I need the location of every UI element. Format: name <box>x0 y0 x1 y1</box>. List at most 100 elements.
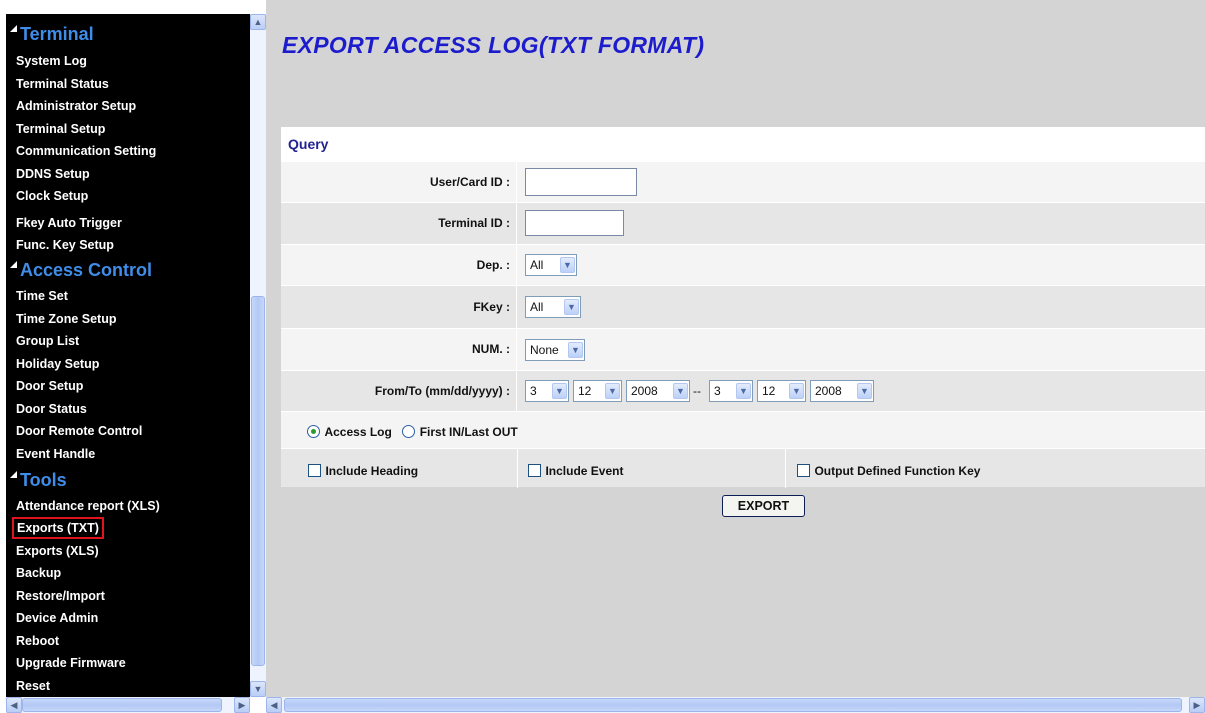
sidebar-item-attendance-report-xls[interactable]: Attendance report (XLS) <box>16 497 160 515</box>
section-access-control[interactable]: Access Control <box>10 258 152 282</box>
sidebar-item-reboot[interactable]: Reboot <box>16 632 59 650</box>
sidebar-scroll-thumb[interactable] <box>251 296 265 666</box>
section-tools[interactable]: Tools <box>10 468 67 492</box>
access-log-label[interactable]: Access Log <box>324 425 391 439</box>
from-day-select[interactable]: 12 ▼ <box>573 380 622 402</box>
dropdown-arrow-icon: ▼ <box>560 257 575 273</box>
include-heading-option: Include Heading <box>308 462 418 480</box>
include-event-option: Include Event <box>528 462 623 480</box>
sidebar-item-door-setup[interactable]: Door Setup <box>16 377 83 395</box>
sidebar-item-clock-setup[interactable]: Clock Setup <box>16 187 88 205</box>
date-range-separator: -- <box>693 384 701 398</box>
row-from-to: From/To (mm/dd/yyyy) : 3 ▼ 12 ▼ 2008 ▼ -… <box>281 370 1205 411</box>
from-day-value: 12 <box>578 384 592 398</box>
main-hscroll-thumb[interactable] <box>284 698 1182 712</box>
query-panel: Query User/Card ID : Terminal ID : Dep. … <box>281 127 1205 517</box>
output-defined-function-key-cell: Output Defined Function Key <box>786 449 1205 488</box>
sidebar-hscroll-thumb[interactable] <box>22 698 222 712</box>
section-title: Access Control <box>20 260 153 280</box>
sidebar-horizontal-scrollbar[interactable]: ◀ ▶ <box>6 697 250 713</box>
output-defined-function-key-label[interactable]: Output Defined Function Key <box>814 464 980 478</box>
from-year-select[interactable]: 2008 ▼ <box>626 380 690 402</box>
to-month-value: 3 <box>714 384 721 398</box>
scroll-up-icon[interactable]: ▲ <box>250 14 266 30</box>
sidebar-item-group-list[interactable]: Group List <box>16 332 79 350</box>
scroll-down-icon[interactable]: ▼ <box>250 681 266 697</box>
dropdown-arrow-icon: ▼ <box>673 383 688 399</box>
fkey-label: FKey : <box>281 286 517 328</box>
include-heading-label[interactable]: Include Heading <box>325 464 418 478</box>
sidebar-item-administrator-setup[interactable]: Administrator Setup <box>16 97 136 115</box>
section-title: Tools <box>20 470 67 490</box>
sidebar-item-func-key-setup[interactable]: Func. Key Setup <box>16 236 114 254</box>
sidebar-item-time-zone-setup[interactable]: Time Zone Setup <box>16 310 116 328</box>
include-heading-cell: Include Heading <box>281 449 518 488</box>
fkey-select[interactable]: All ▼ <box>525 296 581 318</box>
sidebar-item-terminal-status[interactable]: Terminal Status <box>16 75 109 93</box>
sidebar-vertical-scrollbar[interactable]: ▲ ▼ <box>250 14 266 697</box>
include-heading-checkbox[interactable] <box>308 464 321 477</box>
triangle-expand-icon <box>10 261 17 268</box>
row-export-options: Include Heading Include Event Output Def… <box>281 448 1205 488</box>
sidebar-item-system-log[interactable]: System Log <box>16 52 87 70</box>
fkey-value: All <box>530 300 544 314</box>
scroll-left-icon[interactable]: ◀ <box>6 697 22 713</box>
section-terminal[interactable]: Terminal <box>10 22 94 46</box>
sidebar-item-event-handle[interactable]: Event Handle <box>16 445 95 463</box>
sidebar-item-door-remote-control[interactable]: Door Remote Control <box>16 422 142 440</box>
sidebar-item-ddns-setup[interactable]: DDNS Setup <box>16 165 90 183</box>
sidebar-item-communication-setting[interactable]: Communication Setting <box>16 142 156 160</box>
sidebar-item-door-status[interactable]: Door Status <box>16 400 87 418</box>
dropdown-arrow-icon: ▼ <box>857 383 872 399</box>
from-month-select[interactable]: 3 ▼ <box>525 380 569 402</box>
terminal-id-input[interactable] <box>525 210 624 236</box>
export-button[interactable]: EXPORT <box>722 495 805 517</box>
first-in-last-out-label[interactable]: First IN/Last OUT <box>420 425 518 439</box>
scroll-right-icon[interactable]: ▶ <box>234 697 250 713</box>
log-type-options: Access Log First IN/Last OUT <box>307 423 518 441</box>
row-dep: Dep. : All ▼ <box>281 244 1205 285</box>
row-user-card-id: User/Card ID : <box>281 161 1205 202</box>
user-card-id-input[interactable] <box>525 168 637 196</box>
num-label: NUM. : <box>281 329 517 370</box>
row-log-type: Access Log First IN/Last OUT <box>281 411 1205 448</box>
sidebar-item-device-admin[interactable]: Device Admin <box>16 609 98 627</box>
dropdown-arrow-icon: ▼ <box>568 342 583 358</box>
sidebar-item-exports-xls[interactable]: Exports (XLS) <box>16 542 99 560</box>
sidebar-item-backup[interactable]: Backup <box>16 564 61 582</box>
main-horizontal-scrollbar[interactable]: ◀ ▶ <box>266 697 1205 713</box>
sidebar-item-terminal-setup[interactable]: Terminal Setup <box>16 120 105 138</box>
sidebar-item-holiday-setup[interactable]: Holiday Setup <box>16 355 99 373</box>
row-fkey: FKey : All ▼ <box>281 285 1205 328</box>
scroll-left-icon[interactable]: ◀ <box>266 697 282 713</box>
query-header: Query <box>281 127 1205 161</box>
output-defined-function-key-checkbox[interactable] <box>797 464 810 477</box>
include-event-label[interactable]: Include Event <box>545 464 623 478</box>
dep-value: All <box>530 258 544 272</box>
from-year-value: 2008 <box>631 384 658 398</box>
sidebar-item-time-set[interactable]: Time Set <box>16 287 68 305</box>
triangle-expand-icon <box>10 25 17 32</box>
sidebar-item-fkey-auto-trigger[interactable]: Fkey Auto Trigger <box>16 214 122 232</box>
from-to-cell: 3 ▼ 12 ▼ 2008 ▼ -- 3 ▼ 12 ▼ 2008 ▼ <box>518 371 1118 411</box>
to-day-value: 12 <box>762 384 776 398</box>
first-in-last-out-radio[interactable] <box>402 425 416 438</box>
sidebar-item-exports-txt[interactable]: Exports (TXT) <box>12 517 104 539</box>
to-day-select[interactable]: 12 ▼ <box>757 380 806 402</box>
dropdown-arrow-icon: ▼ <box>789 383 804 399</box>
sidebar-nav: Terminal System Log Terminal Status Admi… <box>6 14 250 697</box>
sidebar-item-upgrade-firmware[interactable]: Upgrade Firmware <box>16 654 126 672</box>
to-month-select[interactable]: 3 ▼ <box>709 380 753 402</box>
scroll-right-icon[interactable]: ▶ <box>1189 697 1205 713</box>
page-title: EXPORT ACCESS LOG(TXT FORMAT) <box>282 32 705 58</box>
num-select[interactable]: None ▼ <box>525 339 585 361</box>
include-event-checkbox[interactable] <box>528 464 541 477</box>
section-title: Terminal <box>20 24 94 44</box>
to-year-select[interactable]: 2008 ▼ <box>810 380 874 402</box>
dep-select[interactable]: All ▼ <box>525 254 577 276</box>
sidebar-item-reset[interactable]: Reset <box>16 677 50 695</box>
terminal-id-label: Terminal ID : <box>281 203 517 244</box>
sidebar-item-restore-import[interactable]: Restore/Import <box>16 587 105 605</box>
access-log-radio[interactable] <box>307 425 320 438</box>
dropdown-arrow-icon: ▼ <box>564 299 579 315</box>
